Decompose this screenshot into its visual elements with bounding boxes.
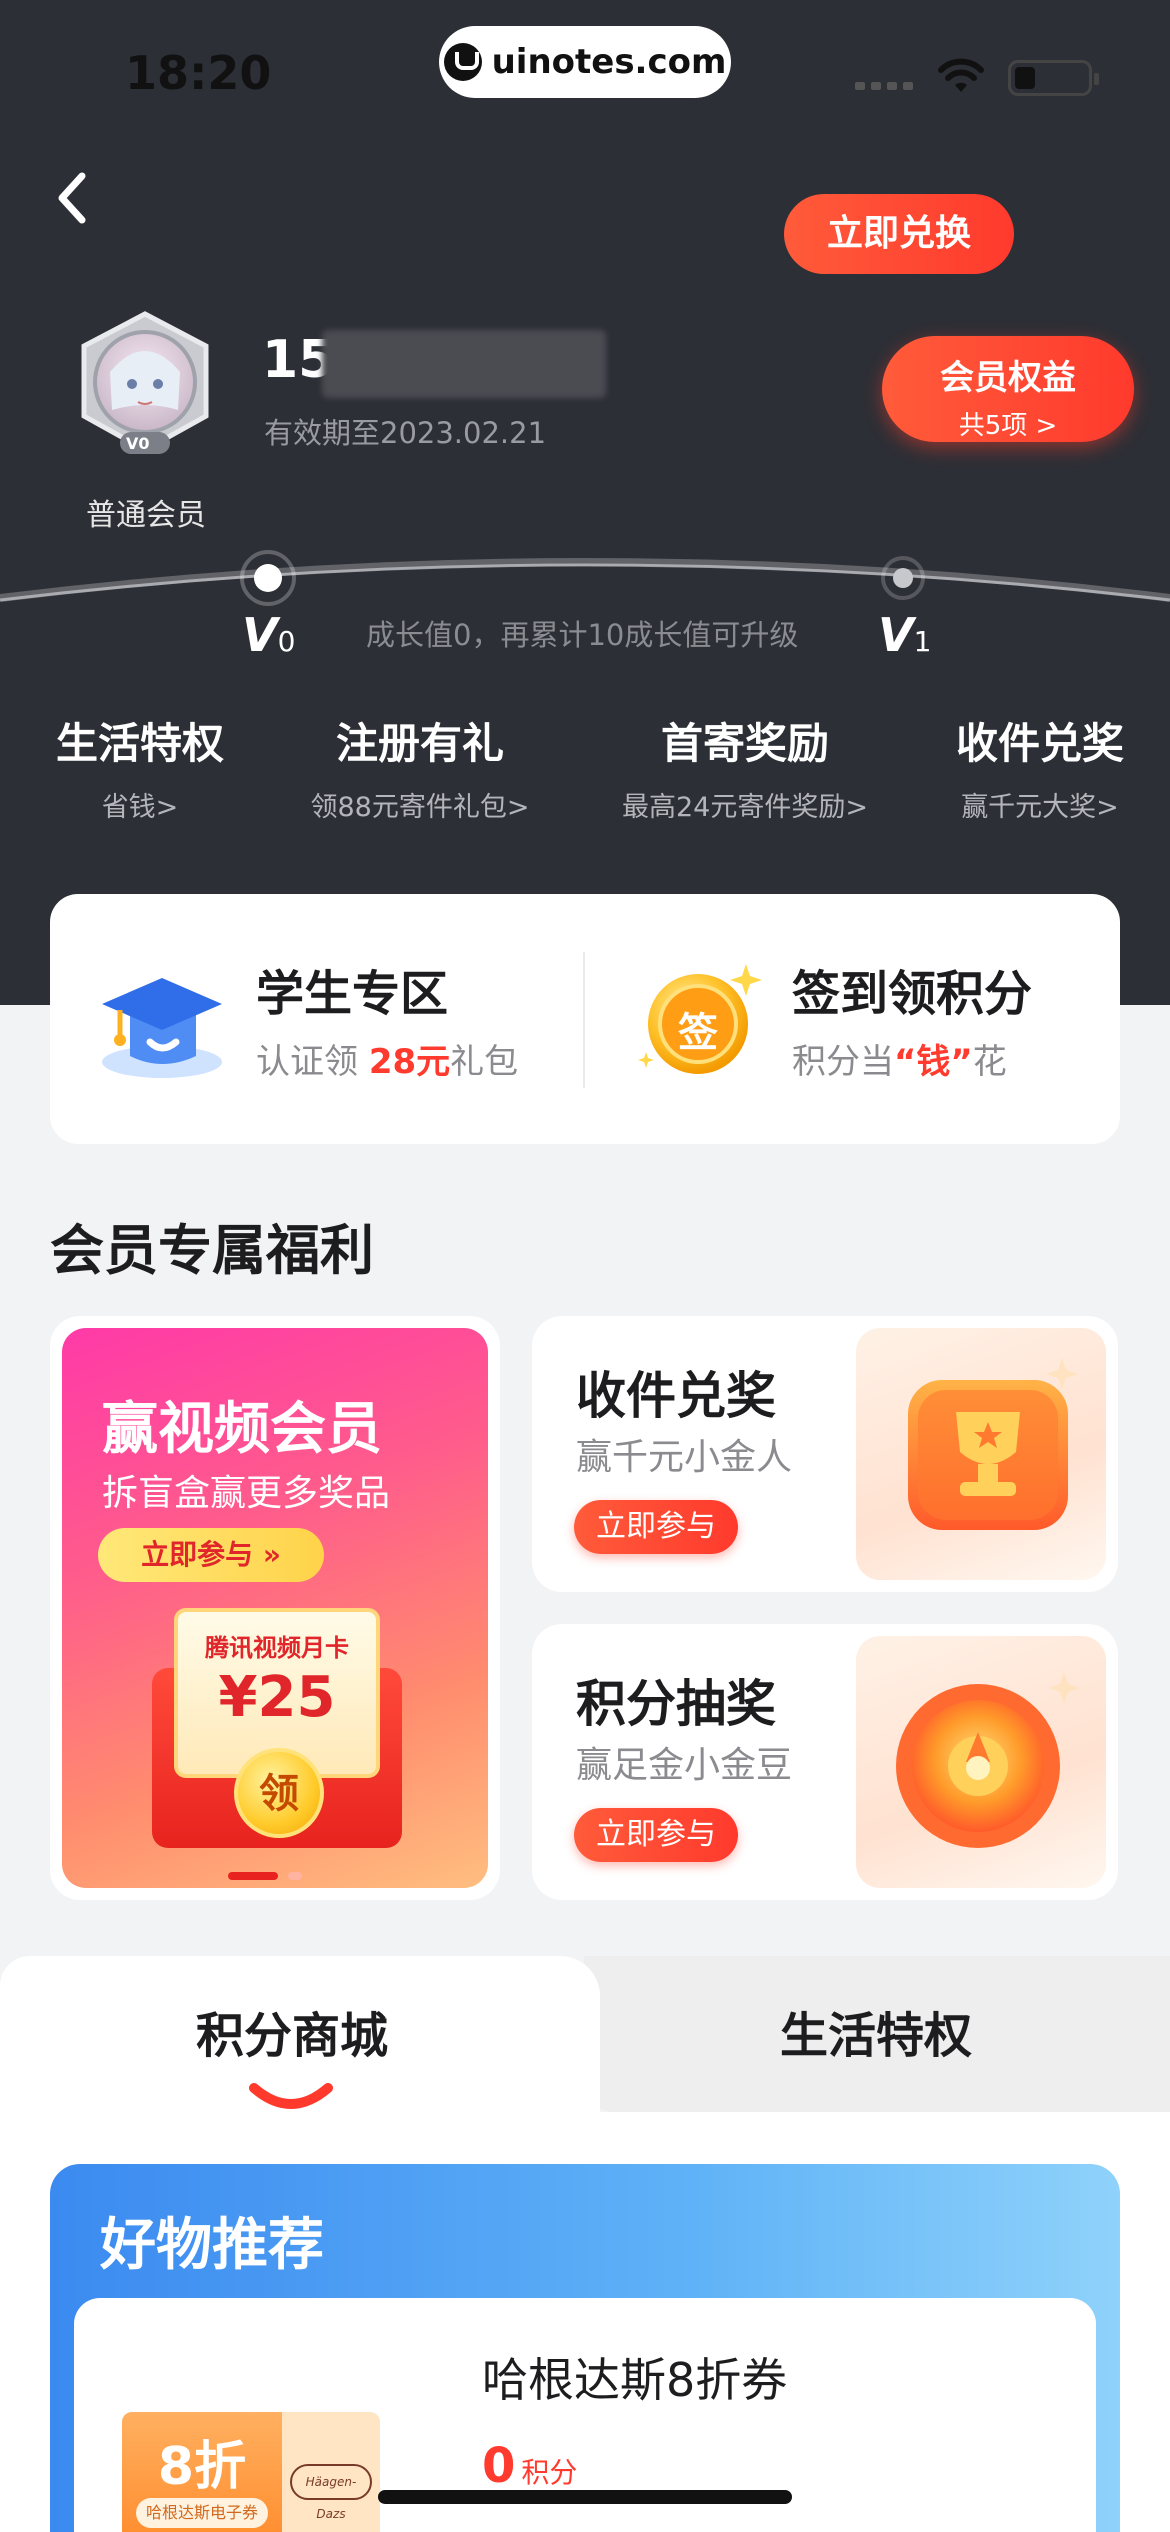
- redeem-button[interactable]: 立即兑换: [784, 194, 1014, 274]
- quick-entry-divider: [583, 952, 585, 1088]
- points-lottery-title: 积分抽奖: [576, 1675, 776, 1733]
- status-bar: 18:20 uinotes.com: [0, 0, 1170, 140]
- member-type-label: 普通会员: [86, 498, 206, 533]
- recommended-goods-title: 好物推荐: [100, 2213, 324, 2278]
- quick-entry-card: 学生专区 认证领 28元礼包 签 签到领积分 积分当“钱”花: [50, 894, 1120, 1144]
- graduation-cap-icon: [102, 978, 222, 1078]
- student-zone-title[interactable]: 学生专区: [256, 954, 448, 1024]
- cellular-signal-icon: [855, 82, 913, 90]
- checkin-coin-text: 签: [678, 1010, 718, 1056]
- lucky-wheel-icon: [896, 1672, 1080, 1848]
- privilege-receive[interactable]: 收件兑奖 赢千元大奖>: [945, 710, 1135, 824]
- carousel-dot: [288, 1872, 302, 1880]
- tab-life-privileges[interactable]: 生活特权: [780, 1996, 972, 2066]
- checkin-coin-icon: 签: [634, 956, 764, 1086]
- privilege-register-title: 注册有礼: [335, 719, 504, 768]
- privilege-first-send[interactable]: 首寄奖励 最高24元寄件奖励>: [610, 710, 880, 824]
- coupon-discount-text: 8折: [157, 2437, 247, 2497]
- status-time: 18:20: [125, 46, 272, 100]
- carousel-dot-active: [228, 1872, 278, 1880]
- avatar[interactable]: V0: [70, 310, 220, 460]
- wifi-icon: [938, 58, 984, 92]
- url-pill: uinotes.com: [439, 26, 731, 98]
- points-lottery-card[interactable]: 积分抽奖 赢足金小金豆 立即参与: [532, 1624, 1118, 1900]
- mall-tabs: 积分商城 生活特权: [0, 1956, 1170, 2112]
- receive-prize-join-button[interactable]: 立即参与: [574, 1500, 738, 1554]
- privilege-first-send-title: 首寄奖励: [660, 719, 829, 768]
- coupon-image: 8折 哈根达斯电子券 Häagen-Dazs: [122, 2412, 380, 2532]
- url-text: uinotes.com: [491, 42, 727, 82]
- trophy-art: [856, 1328, 1106, 1580]
- points-lottery-join-button[interactable]: 立即参与: [574, 1808, 738, 1862]
- privilege-life-sub: 省钱>: [101, 792, 179, 823]
- badge-level: V0: [126, 434, 150, 453]
- receive-prize-title: 收件兑奖: [576, 1367, 776, 1425]
- trophy-icon: [908, 1358, 1078, 1530]
- video-member-card[interactable]: 赢视频会员 拆盲盒赢更多奖品 立即参与 » 腾讯视频月卡 ¥25 领: [50, 1316, 500, 1900]
- video-join-button[interactable]: 立即参与 »: [98, 1528, 324, 1582]
- envelope-card-value: ¥25: [218, 1665, 336, 1730]
- site-logo-icon: [443, 43, 482, 81]
- envelope-card-title: 腾讯视频月卡: [205, 1634, 349, 1662]
- active-tab-indicator: [249, 2083, 333, 2109]
- red-envelope: 腾讯视频月卡 ¥25 领: [152, 1608, 402, 1858]
- brand-logo: Häagen-Dazs: [290, 2464, 372, 2521]
- privilege-row: 生活特权 省钱> 注册有礼 领88元寄件礼包> 首寄奖励 最高24元寄件奖励> …: [0, 710, 1170, 830]
- privilege-receive-title: 收件兑奖: [955, 719, 1124, 768]
- receive-prize-card[interactable]: 收件兑奖 赢千元小金人 立即参与: [532, 1316, 1118, 1592]
- validity-date: 有效期至2023.02.21: [264, 416, 547, 450]
- level-current: V0: [242, 608, 296, 662]
- video-member-banner: 赢视频会员 拆盲盒赢更多奖品 立即参与 » 腾讯视频月卡 ¥25 领: [62, 1328, 488, 1888]
- points-lottery-subtitle: 赢足金小金豆: [576, 1745, 793, 1786]
- video-member-subtitle: 拆盲盒赢更多奖品: [102, 1473, 391, 1514]
- privilege-register-sub: 领88元寄件礼包>: [310, 792, 530, 823]
- goods-item-title: 哈根达斯8折券: [482, 2353, 788, 2407]
- growth-value-note: 成长值0，再累计10成长值可升级: [366, 618, 799, 652]
- member-rights-title: 会员权益: [940, 358, 1076, 398]
- student-zone-subtitle: 认证领 28元礼包: [256, 1042, 519, 1082]
- checkin-title[interactable]: 签到领积分: [792, 954, 1032, 1024]
- privilege-register[interactable]: 注册有礼 领88元寄件礼包>: [290, 710, 550, 824]
- member-rights-button[interactable]: 会员权益 共5项 >: [882, 336, 1134, 442]
- carousel-indicator: [228, 1872, 302, 1880]
- lucky-wheel-art: [856, 1636, 1106, 1888]
- privilege-receive-sub: 赢千元大奖>: [961, 792, 1119, 823]
- level-next: V1: [878, 608, 932, 662]
- recommended-goods-card: 好物推荐 8折 哈根达斯电子券 Häagen-Dazs 哈根达斯8折券 0 积分: [50, 2164, 1120, 2532]
- claim-coin-icon: 领: [234, 1748, 324, 1838]
- video-member-title: 赢视频会员: [102, 1397, 382, 1462]
- benefits-section-title: 会员专属福利: [50, 1219, 374, 1282]
- back-arrow-icon[interactable]: [50, 168, 94, 228]
- privilege-life-title: 生活特权: [55, 719, 224, 768]
- member-rights-count: 共5项 >: [958, 411, 1058, 441]
- privilege-life[interactable]: 生活特权 省钱>: [50, 710, 230, 824]
- goods-item-points: 0 积分: [482, 2438, 578, 2494]
- coupon-tag: 哈根达斯电子券: [136, 2498, 268, 2528]
- home-indicator: [378, 2490, 792, 2504]
- battery-icon: [1008, 60, 1099, 96]
- phone-redacted: [322, 330, 606, 398]
- receive-prize-subtitle: 赢千元小金人: [576, 1437, 793, 1478]
- checkin-subtitle: 积分当“钱”花: [792, 1042, 1007, 1082]
- privilege-first-send-sub: 最高24元寄件奖励>: [622, 792, 868, 823]
- tab-points-mall[interactable]: 积分商城: [196, 1996, 388, 2066]
